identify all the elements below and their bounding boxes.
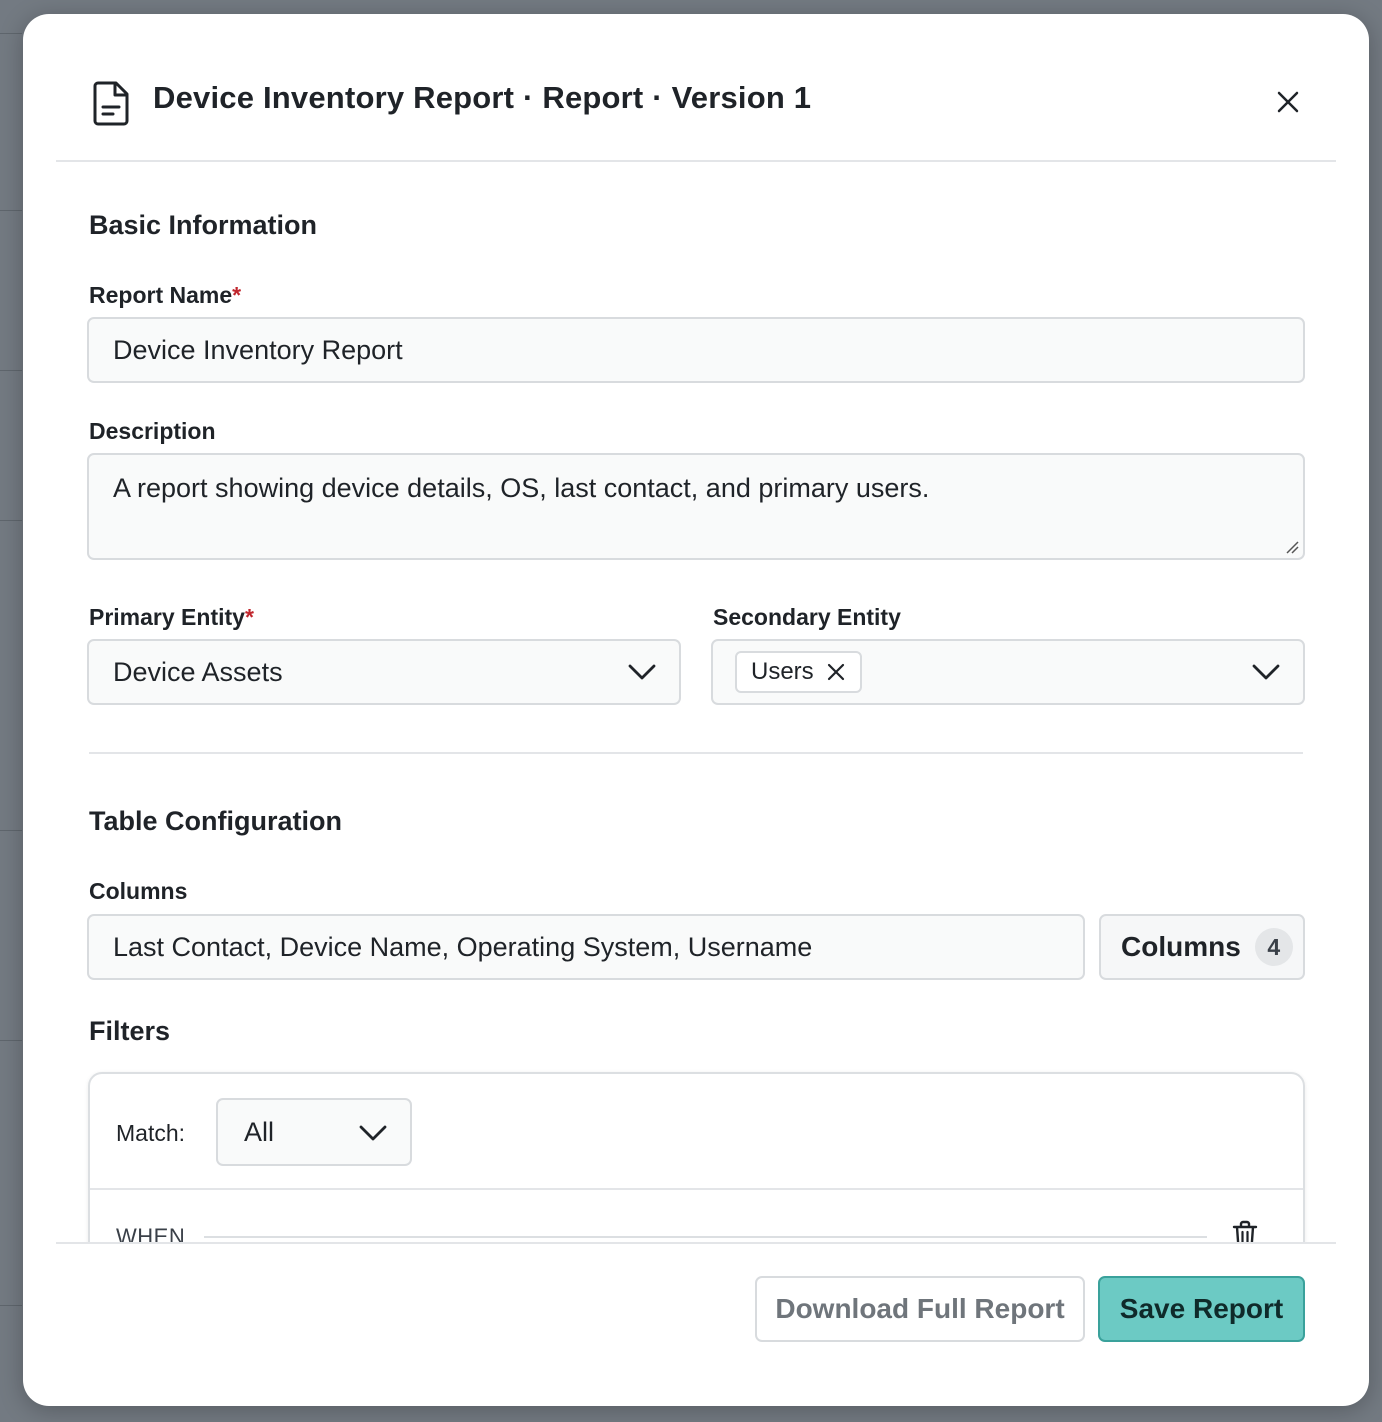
background-divider <box>0 1040 22 1041</box>
columns-input[interactable]: Last Contact, Device Name, Operating Sys… <box>87 914 1085 980</box>
when-label: WHEN <box>116 1224 186 1242</box>
chevron-down-icon <box>359 1125 387 1141</box>
required-mark: * <box>232 282 242 308</box>
trash-icon[interactable] <box>1231 1220 1259 1242</box>
required-mark: * <box>244 604 254 630</box>
report-name-input[interactable]: Device Inventory Report <box>87 317 1305 383</box>
close-icon[interactable] <box>1274 88 1302 116</box>
background-divider <box>0 830 22 831</box>
document-icon <box>93 81 129 126</box>
chevron-down-icon <box>1252 664 1280 680</box>
secondary-entity-select[interactable]: Users <box>711 639 1305 705</box>
primary-entity-label-text: Primary Entity <box>89 604 245 630</box>
match-value: All <box>244 1116 275 1147</box>
section-title-table-config: Table Configuration <box>89 806 342 836</box>
columns-button[interactable]: Columns 4 <box>1099 914 1305 980</box>
modal-title: Device Inventory Report · Report · Versi… <box>153 80 812 115</box>
primary-entity-select[interactable]: Device Assets <box>87 639 681 705</box>
description-textarea[interactable]: A report showing device details, OS, las… <box>87 453 1305 560</box>
primary-entity-label: Primary Entity* <box>89 604 254 631</box>
resize-grip-icon[interactable] <box>1285 540 1299 554</box>
chevron-down-icon <box>628 664 656 680</box>
columns-label: Columns <box>89 878 188 904</box>
report-name-value: Device Inventory Report <box>113 334 403 365</box>
section-title-filters: Filters <box>89 1016 171 1046</box>
section-divider <box>89 752 1303 754</box>
background-divider <box>0 33 22 34</box>
report-name-label: Report Name* <box>89 282 241 309</box>
report-name-label-text: Report Name <box>89 282 233 308</box>
secondary-entity-tag: Users <box>735 651 862 693</box>
save-report-button[interactable]: Save Report <box>1098 1276 1305 1342</box>
primary-entity-value: Device Assets <box>113 656 283 687</box>
match-select[interactable]: All <box>216 1098 412 1166</box>
when-divider <box>204 1236 1207 1238</box>
filter-separator <box>90 1188 1303 1190</box>
section-title-basic-info: Basic Information <box>89 210 318 240</box>
background-divider <box>0 520 22 521</box>
report-modal: Device Inventory Report · Report · Versi… <box>23 14 1369 1406</box>
download-full-report-button[interactable]: Download Full Report <box>755 1276 1085 1342</box>
description-label: Description <box>89 418 216 444</box>
columns-count-badge: 4 <box>1254 928 1293 966</box>
background-divider <box>0 1305 22 1306</box>
tag-label: Users <box>751 658 814 685</box>
modal-footer: Download Full Report Save Report <box>56 1242 1336 1406</box>
secondary-entity-label: Secondary Entity <box>713 604 901 630</box>
tag-remove-icon[interactable] <box>826 662 846 682</box>
modal-header: Device Inventory Report · Report · Versi… <box>56 14 1336 162</box>
columns-button-label: Columns <box>1121 931 1241 962</box>
columns-value: Last Contact, Device Name, Operating Sys… <box>113 931 813 962</box>
filter-panel: Match: All WHEN <box>88 1072 1305 1242</box>
background-divider <box>0 210 22 211</box>
description-value: A report showing device details, OS, las… <box>113 473 930 503</box>
background-divider <box>0 370 22 371</box>
modal-body: Basic Information Report Name* Device In… <box>23 162 1369 1242</box>
match-label: Match: <box>116 1120 186 1146</box>
